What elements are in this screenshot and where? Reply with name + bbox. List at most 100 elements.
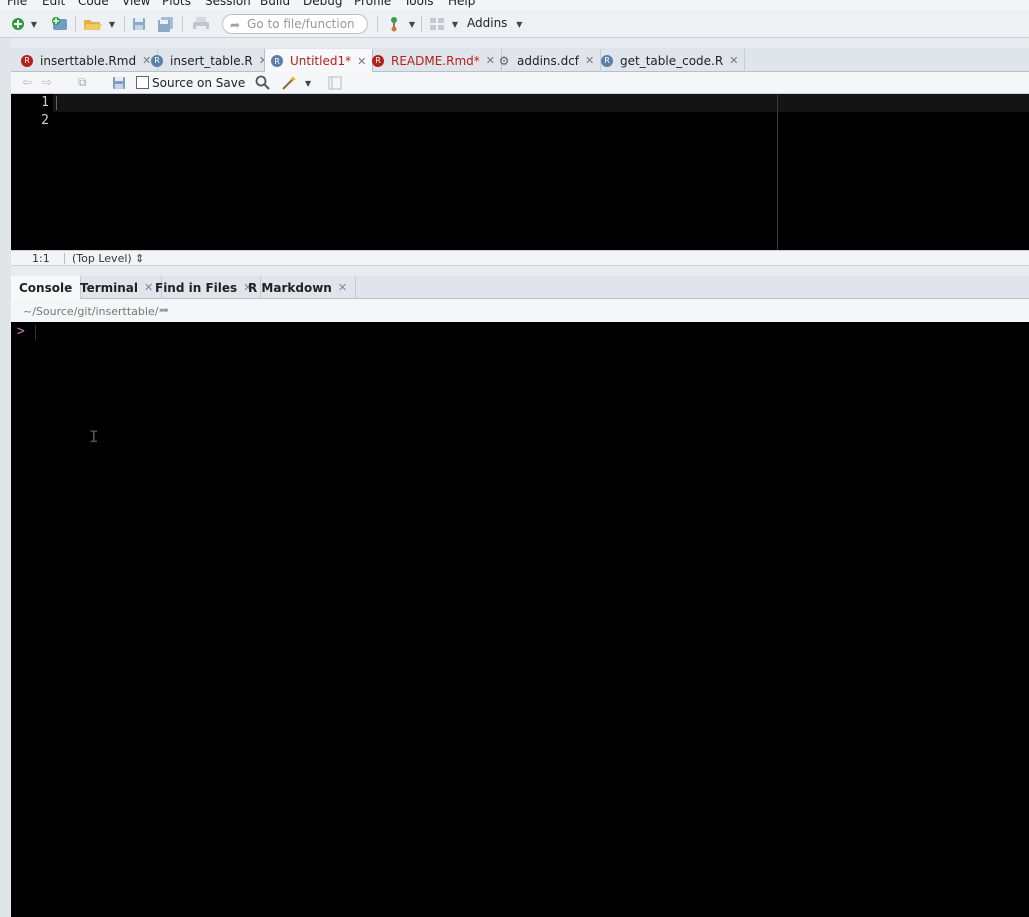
open-recent-dropdown[interactable]: ▼ xyxy=(108,14,116,34)
tab-label: inserttable.Rmd xyxy=(40,53,137,68)
chevron-down-icon: ▼ xyxy=(408,19,416,29)
save-all-button[interactable] xyxy=(156,14,176,34)
chevron-down-icon: ▼ xyxy=(451,19,459,29)
version-control-button[interactable] xyxy=(386,14,402,34)
toolbar-divider xyxy=(124,16,125,32)
open-file-button[interactable] xyxy=(82,14,104,34)
document-outline-icon[interactable] xyxy=(328,76,342,90)
tab-readme-rmd[interactable]: R README.Rmd* ✕ xyxy=(366,49,502,72)
main-toolbar: ▼ ▼ ➦ Go to file/function ▼ ▼ Addins ▼ xyxy=(0,10,1029,38)
new-file-button[interactable] xyxy=(5,14,31,34)
toolbar-divider xyxy=(421,16,422,32)
go-to-placeholder: Go to file/function xyxy=(247,17,355,31)
workspace-panes-button[interactable] xyxy=(428,14,446,34)
toolbar-divider xyxy=(75,16,76,32)
close-icon[interactable]: ✕ xyxy=(729,54,738,67)
menu-edit[interactable]: Edit xyxy=(42,0,65,8)
chevron-down-icon: ▼ xyxy=(30,19,38,29)
tab-label: R Markdown xyxy=(248,280,332,295)
tab-label: insert_table.R xyxy=(170,53,253,68)
version-control-dropdown[interactable]: ▼ xyxy=(408,14,416,34)
close-icon[interactable]: ✕ xyxy=(357,55,366,68)
console-prompt: > xyxy=(17,324,25,339)
grid-panes-icon xyxy=(430,18,444,30)
tab-label: Console xyxy=(19,280,73,295)
save-button[interactable] xyxy=(130,14,148,34)
line-number: 2 xyxy=(41,113,49,128)
search-icon[interactable] xyxy=(255,75,270,90)
save-icon[interactable] xyxy=(112,76,126,90)
tab-label: README.Rmd* xyxy=(391,53,480,68)
go-to-file-input[interactable]: ➦ Go to file/function xyxy=(222,14,368,34)
new-project-button[interactable] xyxy=(50,14,70,34)
console-path-bar: ~/Source/git/inserttable/ ➦ xyxy=(11,299,1029,322)
console-output[interactable]: > I xyxy=(11,322,1029,917)
tab-untitled1[interactable]: R Untitled1* ✕ xyxy=(264,49,374,73)
go-to-directory-icon[interactable]: ➦ xyxy=(159,303,169,317)
new-project-icon xyxy=(52,17,67,30)
save-icon xyxy=(133,18,145,30)
chevron-down-icon[interactable]: ▼ xyxy=(305,79,311,88)
editor-status-bar: 1:1 (Top Level) ⇕ xyxy=(11,250,1029,266)
close-icon[interactable]: ✕ xyxy=(585,54,594,67)
tab-r-markdown[interactable]: R Markdown ✕ xyxy=(240,276,357,299)
workspace-panes-dropdown[interactable]: ▼ xyxy=(451,14,459,34)
new-file-dropdown[interactable]: ▼ xyxy=(30,14,38,34)
magic-wand-icon[interactable] xyxy=(281,75,297,91)
scope-selector[interactable]: (Top Level) ⇕ xyxy=(72,252,144,265)
menu-view[interactable]: View xyxy=(122,0,150,8)
menu-bar: File Edit Code View Plots Session Build … xyxy=(0,0,1029,10)
menu-file[interactable]: File xyxy=(7,0,27,8)
console-tab-bar: Console Terminal ✕ Find in Files ✕ R Mar… xyxy=(11,276,1029,299)
print-button[interactable] xyxy=(191,14,211,34)
tab-label: Untitled1* xyxy=(290,54,352,68)
show-in-window-icon[interactable]: ⧉ xyxy=(78,75,87,90)
forward-arrow-icon[interactable]: ⇨ xyxy=(42,75,52,89)
menu-session[interactable]: Session xyxy=(205,0,251,8)
r-file-icon: R xyxy=(601,54,613,67)
gear-icon: ⚙ xyxy=(498,53,510,68)
working-directory: ~/Source/git/inserttable/ xyxy=(23,305,159,318)
close-icon[interactable]: ✕ xyxy=(338,281,347,294)
tab-get-table-code-r[interactable]: R get_table_code.R ✕ xyxy=(595,49,746,72)
tab-label: addins.dcf xyxy=(517,53,580,68)
new-file-icon xyxy=(12,18,24,30)
chevron-down-icon: ▼ xyxy=(108,19,116,29)
status-divider xyxy=(64,253,65,264)
r-file-icon: R xyxy=(151,54,163,67)
menu-build[interactable]: Build xyxy=(260,0,290,8)
menu-debug[interactable]: Debug xyxy=(303,0,342,8)
text-cursor xyxy=(56,96,57,110)
tab-console[interactable]: Console xyxy=(11,276,82,299)
mouse-ibeam-cursor: I xyxy=(89,427,99,446)
source-on-save-checkbox[interactable] xyxy=(136,76,149,89)
toolbar-divider xyxy=(377,16,378,32)
menu-tools[interactable]: Tools xyxy=(404,0,434,8)
toolbar-divider xyxy=(182,16,183,32)
chevron-down-icon: ▼ xyxy=(516,20,523,29)
menu-code[interactable]: Code xyxy=(78,0,109,8)
print-margin xyxy=(777,94,778,250)
tab-label: Find in Files xyxy=(155,280,238,295)
line-number: 1 xyxy=(41,95,49,110)
addins-menu[interactable]: Addins ▼ xyxy=(467,16,522,30)
folder-open-icon xyxy=(84,20,102,30)
line-number-gutter: 1 2 xyxy=(11,94,53,250)
printer-icon xyxy=(193,17,209,31)
tab-insert-table-r[interactable]: R insert_table.R ✕ xyxy=(145,49,275,72)
tab-inserttable-rmd[interactable]: R inserttable.Rmd ✕ xyxy=(15,49,159,72)
menu-profile[interactable]: Profile xyxy=(354,0,391,8)
left-margin xyxy=(0,38,11,917)
go-to-arrow-icon: ➦ xyxy=(230,18,241,32)
r-file-icon: R xyxy=(271,55,283,67)
menu-plots[interactable]: Plots xyxy=(162,0,191,8)
cursor-position: 1:1 xyxy=(32,252,50,265)
rmd-file-icon: R xyxy=(372,54,384,67)
save-all-icon xyxy=(158,17,173,32)
active-line-highlight xyxy=(53,94,1029,112)
menu-help[interactable]: Help xyxy=(448,0,475,8)
code-editor[interactable]: 1 2 xyxy=(11,94,1029,250)
console-cursor xyxy=(35,325,36,340)
back-arrow-icon[interactable]: ⇦ xyxy=(22,75,32,89)
tab-addins-dcf[interactable]: ⚙ addins.dcf ✕ xyxy=(492,49,602,72)
